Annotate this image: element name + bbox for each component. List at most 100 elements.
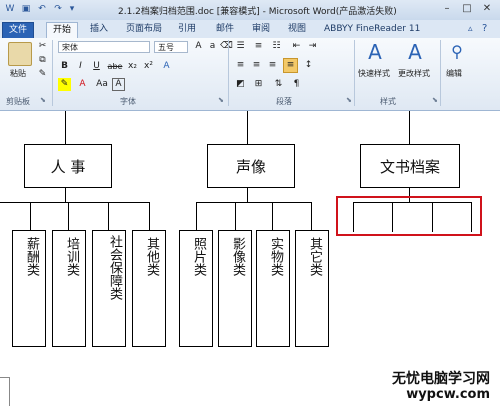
clear-format-icon[interactable]: ⌫ (220, 40, 233, 53)
connector-line (247, 188, 248, 202)
tab-insert[interactable]: 插入 (84, 22, 114, 37)
strikethrough-button[interactable]: abe (106, 60, 124, 73)
styles-launcher-icon[interactable]: ⬊ (432, 96, 438, 104)
editing-label[interactable]: 编辑 (446, 68, 462, 79)
tab-mailings[interactable]: 邮件 (210, 22, 240, 37)
save-icon[interactable]: ▣ (20, 3, 32, 15)
help-icon[interactable]: ? (482, 23, 487, 34)
char-border-button[interactable]: A (112, 78, 125, 91)
cut-icon[interactable]: ✂ (36, 40, 49, 53)
tab-references[interactable]: 引用 (172, 22, 202, 37)
paste-icon[interactable] (8, 42, 32, 66)
paste-button-label[interactable]: 粘贴 (10, 68, 26, 79)
tab-file[interactable]: 文件 (2, 22, 35, 39)
decrease-indent-icon[interactable]: ⇤ (290, 40, 303, 53)
box-personnel[interactable]: 人 事 (24, 144, 112, 188)
document-page[interactable]: 人 事 声像 文书档案 薪酬类 培训类 社会保障类 其他类 照片类 影像类 实物… (0, 111, 500, 406)
window-title: 2.1.2档案归档范围.doc [兼容模式] - Microsoft Word(… (118, 7, 397, 17)
justify-icon[interactable]: ≡ (283, 58, 298, 73)
box-physical[interactable]: 实物类 (256, 230, 290, 347)
clipboard-launcher-icon[interactable]: ⬊ (40, 96, 46, 104)
increase-indent-icon[interactable]: ⇥ (306, 40, 319, 53)
font-name-combo[interactable]: 宋体 (58, 41, 150, 53)
box-salary-label: 薪酬类 (24, 237, 39, 276)
undo-icon[interactable]: ↶ (36, 3, 48, 15)
align-right-icon[interactable]: ≡ (266, 59, 279, 72)
box-other-mid[interactable]: 其它类 (295, 230, 329, 347)
quick-access-dropdown-icon[interactable]: ▾ (66, 3, 78, 15)
tab-home[interactable]: 开始 (46, 22, 79, 38)
quick-styles-icon[interactable]: A (364, 42, 386, 62)
title-bar: W ▣ ↶ ↷ ▾ 2.1.2档案归档范围.doc [兼容模式] - Micro… (0, 0, 500, 21)
box-other-mid-label: 其它类 (307, 237, 322, 276)
ribbon: 粘贴 ✂ ⧉ ✎ 剪贴板 ⬊ 宋体 五号 A a ⌫ B I U abe x₂ … (0, 38, 500, 111)
connector-line (65, 111, 66, 144)
font-color-icon[interactable]: A (76, 78, 89, 91)
align-center-icon[interactable]: ≡ (250, 59, 263, 72)
change-case-button[interactable]: Aa (94, 78, 110, 91)
ribbon-tab-bar: 文件 开始 插入 页面布局 引用 邮件 审阅 视图 ABBYY FineRead… (0, 20, 500, 39)
connector-line (409, 111, 410, 144)
highlight-color-icon[interactable]: ✎ (58, 78, 71, 91)
watermark-line2: wypcw.com (406, 387, 490, 402)
numbering-icon[interactable]: ≡ (252, 40, 265, 53)
bullets-icon[interactable]: ☰ (234, 40, 247, 53)
sort-icon[interactable]: ⇅ (272, 78, 285, 91)
connector-line (149, 202, 150, 230)
find-binoculars-icon[interactable]: ⚲ (446, 42, 468, 62)
grow-font-icon[interactable]: A (192, 40, 205, 53)
tab-view[interactable]: 视图 (282, 22, 312, 37)
box-document-archive[interactable]: 文书档案 (360, 144, 460, 188)
box-audiovisual[interactable]: 声像 (207, 144, 295, 188)
line-spacing-icon[interactable]: ↕ (302, 59, 315, 72)
redo-icon[interactable]: ↷ (52, 3, 64, 15)
connector-line (68, 202, 69, 230)
italic-button[interactable]: I (74, 60, 87, 73)
tab-page-layout[interactable]: 页面布局 (120, 22, 168, 37)
superscript-button[interactable]: x² (142, 60, 155, 73)
format-painter-icon[interactable]: ✎ (36, 68, 49, 81)
font-name-value: 宋体 (62, 43, 78, 52)
quick-styles-label[interactable]: 快速样式 (358, 68, 390, 79)
underline-button[interactable]: U (90, 60, 103, 73)
styles-group-label: 样式 (380, 97, 396, 106)
align-left-icon[interactable]: ≡ (234, 59, 247, 72)
box-training[interactable]: 培训类 (52, 230, 86, 347)
maximize-button[interactable]: □ (458, 2, 476, 16)
highlight-red-box (336, 196, 482, 236)
multilevel-list-icon[interactable]: ☷ (270, 40, 283, 53)
subscript-button[interactable]: x₂ (126, 60, 139, 73)
connector-line (311, 202, 312, 230)
tab-review[interactable]: 审阅 (246, 22, 276, 37)
font-launcher-icon[interactable]: ⬊ (218, 96, 224, 104)
copy-icon[interactable]: ⧉ (36, 54, 49, 67)
minimize-button[interactable]: – (438, 2, 456, 16)
borders-icon[interactable]: ⊞ (252, 78, 265, 91)
box-personnel-label: 人 事 (50, 158, 86, 176)
connector-line (196, 202, 312, 203)
close-button[interactable]: ✕ (478, 2, 496, 16)
shading-icon[interactable]: ◩ (234, 78, 247, 91)
change-styles-label[interactable]: 更改样式 (398, 68, 430, 79)
font-size-value: 五号 (158, 43, 174, 52)
box-photo-label: 照片类 (191, 237, 206, 276)
shrink-font-icon[interactable]: a (206, 40, 219, 53)
box-photo[interactable]: 照片类 (179, 230, 213, 347)
box-physical-label: 实物类 (268, 237, 283, 276)
paragraph-launcher-icon[interactable]: ⬊ (346, 96, 352, 104)
box-video[interactable]: 影像类 (218, 230, 252, 347)
box-other-left[interactable]: 其他类 (132, 230, 166, 347)
connector-line (247, 111, 248, 144)
show-marks-icon[interactable]: ¶ (290, 78, 303, 91)
box-document-archive-label: 文书档案 (379, 158, 440, 176)
box-social-security-label: 社会保障类 (107, 235, 122, 300)
box-salary[interactable]: 薪酬类 (12, 230, 46, 347)
ribbon-minimize-icon[interactable]: ▵ (468, 24, 473, 34)
text-effects-button[interactable]: A (160, 60, 173, 73)
font-size-combo[interactable]: 五号 (154, 41, 188, 53)
box-social-security[interactable]: 社会保障类 (92, 230, 126, 347)
bold-button[interactable]: B (58, 60, 71, 73)
tab-abbyy[interactable]: ABBYY FineReader 11 (318, 22, 426, 37)
change-styles-icon[interactable]: A (404, 42, 426, 62)
font-group-label: 字体 (120, 97, 136, 106)
